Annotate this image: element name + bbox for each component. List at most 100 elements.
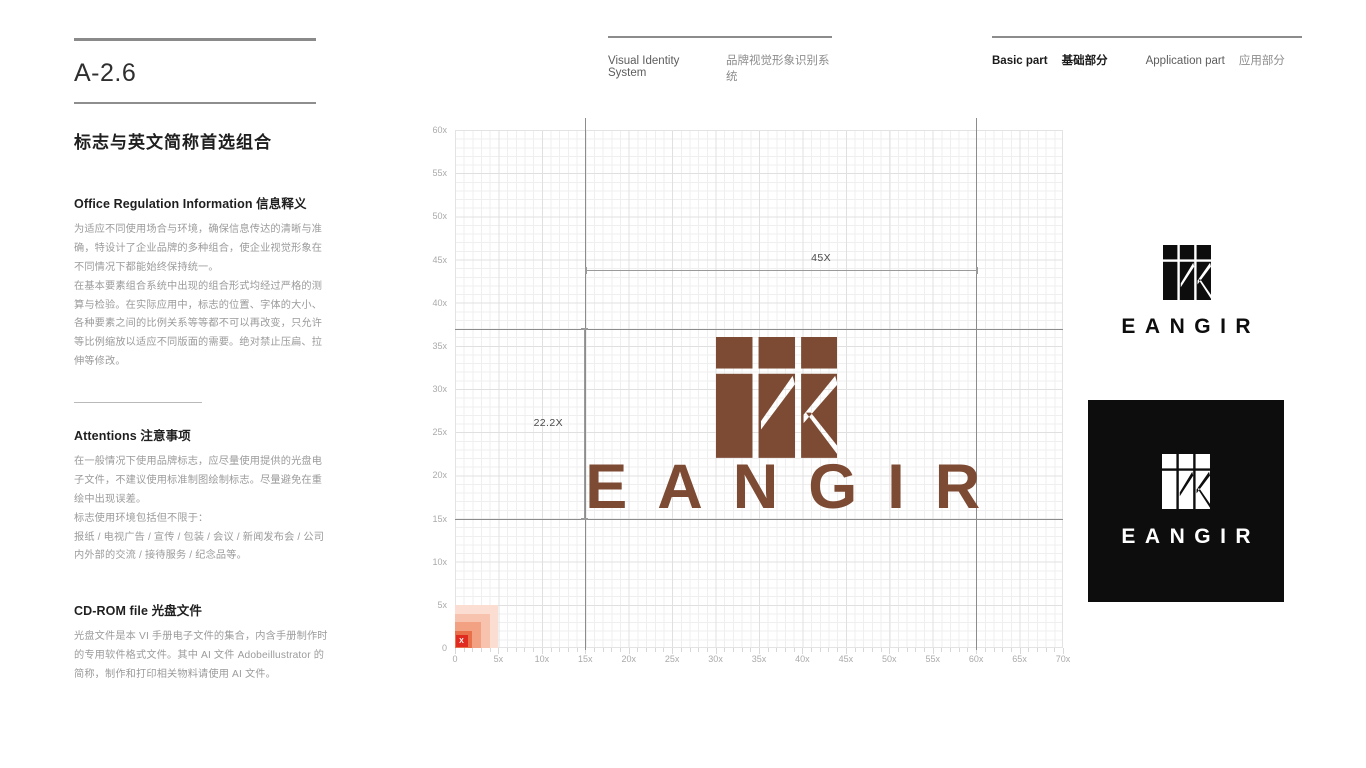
x-tick-mark <box>1045 648 1047 652</box>
x-tick-mark <box>793 648 795 652</box>
left-text-column: A-2.6 标志与英文简称首选组合 Office Regulation Info… <box>74 38 328 685</box>
dimension-45x-cap-left <box>584 267 587 274</box>
x-tick-mark <box>1036 648 1038 652</box>
y-tick-label: 25x <box>432 427 447 438</box>
section-office-body: 为适应不同使用场合与环境，确保信息传达的清晰与准确，特设计了企业品牌的多种组合，… <box>74 221 328 372</box>
section-office-title: Office Regulation Information 信息释义 <box>74 197 307 211</box>
tab-basic-part-en[interactable]: Basic part <box>992 55 1048 67</box>
x-tick-mark <box>828 648 830 652</box>
section-cdrom-p1: 光盘文件是本 VI 手册电子文件的集合，内含手册制作时的专用软件格式文件。其中 … <box>74 631 328 680</box>
x-tick-mark <box>507 648 509 652</box>
section-attentions-title: Attentions 注意事项 <box>74 429 191 443</box>
dimension-45x-line <box>585 270 977 271</box>
logo-sample-light: EANGIR <box>1088 245 1284 350</box>
header-rule-right <box>992 36 1302 38</box>
y-tick-label: 5x <box>437 599 447 610</box>
x-tick-mark <box>567 648 569 652</box>
x-tick-mark <box>706 648 708 652</box>
y-tick-label: 10x <box>432 556 447 567</box>
y-tick-label: 20x <box>432 470 447 481</box>
x-tick-label: 40x <box>795 654 810 664</box>
logo-mark-white-icon <box>1162 454 1210 510</box>
x-tick-mark <box>993 648 995 652</box>
header-vis-en: Visual Identity System <box>608 55 680 79</box>
x-tick-mark <box>593 648 595 652</box>
x-tick-mark <box>698 648 700 652</box>
x-tick-label: 25x <box>664 654 680 664</box>
x-tick-label: 60x <box>968 654 984 664</box>
section-attentions-p3: 报纸 / 电视广告 / 宣传 / 包装 / 会议 / 新闻发布会 / 公司内外部… <box>74 531 325 562</box>
section-attentions-p1: 在一般情况下使用品牌标志，应尽量使用提供的光盘电子文件，不建议使用标准制图绘制标… <box>74 456 323 505</box>
section-cdrom-body: 光盘文件是本 VI 手册电子文件的集合，内含手册制作时的专用软件格式文件。其中 … <box>74 628 328 685</box>
x-tick-mark <box>880 648 882 652</box>
x-tick-mark <box>663 648 665 652</box>
x-tick-mark <box>854 648 856 652</box>
section-attentions-p2: 标志使用环境包括但不限于： <box>74 512 209 524</box>
guide-line-vertical <box>585 118 587 650</box>
x-tick-mark <box>984 648 986 652</box>
x-tick-mark <box>924 648 926 652</box>
header-parts-group: Basic part 基础部分 Application part 应用部分 <box>992 36 1302 68</box>
logo-mark-svg-black <box>1163 245 1211 301</box>
guide-line-vertical <box>976 118 978 650</box>
logo-sample-light-wordmark: EANGIR <box>1121 315 1261 338</box>
x-tick-mark <box>602 648 604 652</box>
logo-mark-black-icon <box>1163 245 1211 301</box>
y-tick-label: 55x <box>432 168 447 179</box>
x-tick-mark <box>776 648 778 652</box>
x-tick-label: 35x <box>751 654 767 664</box>
x-tick-label: 55x <box>925 654 940 664</box>
x-tick-mark <box>576 648 578 652</box>
x-tick-mark <box>550 648 552 652</box>
y-tick-label: 40x <box>432 297 447 308</box>
x-tick-mark <box>472 648 474 652</box>
section-divider <box>74 402 202 403</box>
y-tick-label: 45x <box>432 254 447 265</box>
x-tick-label: 45x <box>838 654 854 664</box>
x-tick-label: 50x <box>882 654 897 664</box>
logo-mark-brown-icon <box>715 337 838 459</box>
guide-line-horizontal <box>455 328 1063 330</box>
tab-application-part-cn[interactable]: 应用部分 <box>1239 52 1285 68</box>
logo-mark-svg-white <box>1162 454 1210 510</box>
wordmark-brown: EANGIR <box>585 452 1011 523</box>
x-tick-mark <box>767 648 769 652</box>
x-tick-mark <box>637 648 639 652</box>
page-header: Visual Identity System 品牌视觉形象识别系统 Basic … <box>0 36 1366 83</box>
y-tick-label: 30x <box>432 384 447 394</box>
unit-x-swatch-label: X <box>455 635 468 648</box>
x-tick-label: 70x <box>1055 654 1071 664</box>
header-rule-left <box>608 36 832 38</box>
x-tick-mark <box>750 648 752 652</box>
section-cdrom-title: CD-ROM file 光盘文件 <box>74 604 202 619</box>
page-code-bottom-rule <box>74 102 316 104</box>
tab-basic-part-cn[interactable]: 基础部分 <box>1062 52 1108 68</box>
dimension-22-2x-cap-top <box>580 328 588 331</box>
y-tick-label: 15x <box>432 513 447 524</box>
x-tick-mark <box>837 648 839 652</box>
x-tick-mark <box>1028 648 1030 652</box>
x-tick-label: 20x <box>621 654 636 664</box>
section-office-p2: 在基本要素组合系统中出现的组合形式均经过严格的测算与检验。在实际应用中，标志的位… <box>74 280 323 368</box>
tab-application-part-en[interactable]: Application part <box>1146 55 1225 67</box>
section-attentions: Attentions 注意事项 在一般情况下使用品牌标志，应尽量使用提供的光盘电… <box>74 425 328 566</box>
x-tick-mark <box>811 648 813 652</box>
dimension-45x-cap-right <box>975 267 978 274</box>
section-attentions-body: 在一般情况下使用品牌标志，应尽量使用提供的光盘电子文件，不建议使用标准制图绘制标… <box>74 453 328 566</box>
x-tick-mark <box>689 648 691 652</box>
construction-grid-chart: 0 5x 10x 15x 20x 25x 30x 35x 40x 45x 50x 55x 60x 0 5x… <box>432 118 1070 664</box>
x-tick-mark <box>680 648 682 652</box>
page-title: 标志与英文简称首选组合 <box>74 133 272 152</box>
dimension-45x-label: 45X <box>811 252 832 264</box>
x-tick-mark <box>611 648 613 652</box>
x-tick-mark <box>819 648 821 652</box>
x-tick-label: 65x <box>1012 654 1027 664</box>
header-vis-group: Visual Identity System 品牌视觉形象识别系统 <box>608 36 832 84</box>
x-tick-mark <box>1002 648 1004 652</box>
x-tick-mark <box>481 648 483 652</box>
x-tick-mark <box>871 648 873 652</box>
x-tick-mark <box>785 648 787 652</box>
x-tick-mark <box>1010 648 1012 652</box>
y-tick-label: 60x <box>432 125 447 135</box>
x-tick-mark <box>533 648 535 652</box>
